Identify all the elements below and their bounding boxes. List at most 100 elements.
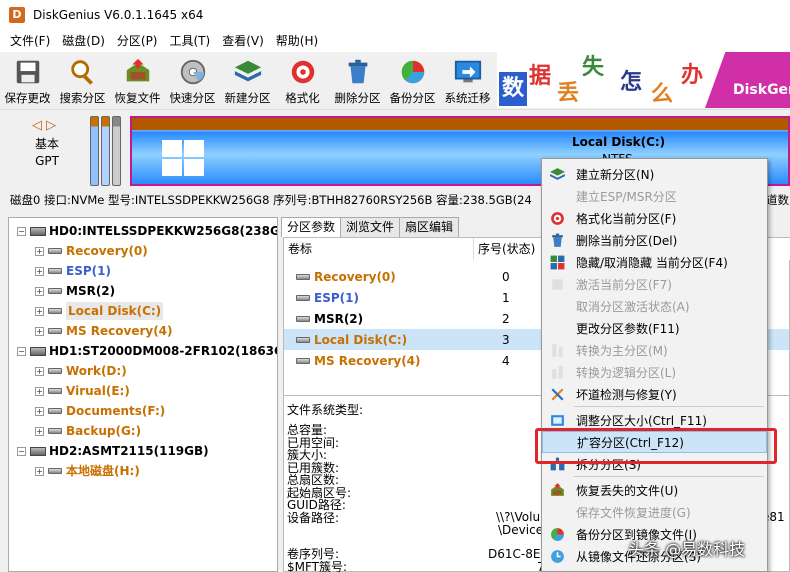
resize-icon <box>548 411 566 429</box>
disk-info-text: 磁盘0 接口:NVMe 型号:INTELSSDPEKKW256G8 序列号:BT… <box>10 193 532 207</box>
disk-nav-arrows-icon[interactable]: ◁ ▷ <box>32 118 56 133</box>
window-title: DiskGenius V6.0.1.1645 x64 <box>33 8 204 22</box>
tree-node-label: MSR(2) <box>66 284 116 298</box>
expand-icon[interactable]: + <box>35 386 44 396</box>
toolbar-button-1[interactable]: 搜索分区 <box>55 52 110 110</box>
app-window: D DiskGenius V6.0.1.1645 x64 文件(F) 磁盘(D) 分… <box>0 0 790 572</box>
toolbar-button-5[interactable]: 格式化 <box>275 52 330 110</box>
toolbar-button-6[interactable]: 删除分区 <box>330 52 385 110</box>
expand-icon[interactable]: + <box>35 266 44 276</box>
context-menu-item-2[interactable]: 格式化当前分区(F) <box>542 207 767 229</box>
context-menu-label: 格式化当前分区(F) <box>576 211 677 226</box>
context-menu-item-1[interactable]: 建立ESP/MSR分区 <box>542 185 767 207</box>
table-cell-label: ESP(1) <box>314 290 359 305</box>
tree-partition-node[interactable]: + MS Recovery(4) <box>35 322 173 340</box>
context-menu-item-15[interactable]: 保存文件恢复进度(G) <box>542 501 767 523</box>
tree-disk-node[interactable]: − HD1:ST2000DM008-2FR102(1863GB) <box>17 342 277 360</box>
mini-partition-esp[interactable] <box>101 116 110 186</box>
context-menu-item-6[interactable]: 取消分区激活状态(A) <box>542 295 767 317</box>
tree-partition-node[interactable]: + Virual(E:) <box>35 382 130 400</box>
banner-brand-block <box>705 52 790 108</box>
blank-icon <box>548 297 566 315</box>
expand-icon[interactable]: + <box>35 406 44 416</box>
tab-strip: 分区参数 浏览文件 扇区编辑 <box>281 217 460 237</box>
toolbar-label: 格式化 <box>285 91 320 105</box>
context-menu-item-8[interactable]: 转换为主分区(M) <box>542 339 767 361</box>
fs-type-label: 文件系统类型: <box>287 403 364 417</box>
app-logo-icon: D <box>9 7 25 23</box>
partition-icon <box>48 368 62 374</box>
tree-partition-node[interactable]: + MSR(2) <box>35 282 115 300</box>
context-menu-item-9[interactable]: 转换为逻辑分区(L) <box>542 361 767 383</box>
toolbar-button-8[interactable]: 系统迁移 <box>440 52 495 110</box>
menu-item-2[interactable]: 分区(P) <box>111 30 164 52</box>
tree-disk-node[interactable]: − HD2:ASMT2115(119GB) <box>17 442 209 460</box>
context-menu-item-14[interactable]: 恢复丢失的文件(U) <box>542 479 767 501</box>
toolbar-button-4[interactable]: 新建分区 <box>220 52 275 110</box>
tree-partition-node[interactable]: + ESP(1) <box>35 262 111 280</box>
toolbar-button-7[interactable]: 备份分区 <box>385 52 440 110</box>
menu-separator <box>574 476 764 477</box>
table-cell-index: 3 <box>502 332 510 347</box>
tree-partition-node[interactable]: + Work(D:) <box>35 362 127 380</box>
banner-tile-2: 丢 <box>553 80 583 108</box>
prop-label: 已用空间: <box>287 435 340 450</box>
menu-item-0[interactable]: 文件(F) <box>4 30 56 52</box>
tree-partition-node[interactable]: + Backup(G:) <box>35 422 141 440</box>
tree-node-label: HD2:ASMT2115(119GB) <box>49 444 209 458</box>
context-menu-label: 激活当前分区(F7) <box>576 277 672 292</box>
collapse-icon[interactable]: − <box>17 346 26 356</box>
tree-partition-node[interactable]: + Local Disk(C:) <box>35 302 164 320</box>
ad-banner[interactable]: 办么怎失丢据数 DiskGen <box>497 52 790 108</box>
tree-node-label: Work(D:) <box>66 364 127 378</box>
context-menu-item-7[interactable]: 更改分区参数(F11) <box>542 317 767 339</box>
table-cell-index: 0 <box>502 269 510 284</box>
context-menu-label: 转换为逻辑分区(L) <box>576 365 677 380</box>
expand-icon[interactable]: + <box>35 286 44 296</box>
toolbar-label: 搜索分区 <box>59 91 106 105</box>
expand-icon[interactable]: + <box>35 466 44 476</box>
expand-icon[interactable]: + <box>35 306 44 316</box>
menu-item-1[interactable]: 磁盘(D) <box>56 30 111 52</box>
tree-partition-node[interactable]: + Recovery(0) <box>35 242 148 260</box>
toolbar-button-3[interactable]: 快速分区 <box>165 52 220 110</box>
tree-partition-node[interactable]: + Documents(F:) <box>35 402 165 420</box>
tree-partition-node[interactable]: + 本地磁盘(H:) <box>35 462 140 480</box>
menu-item-4[interactable]: 查看(V) <box>216 30 270 52</box>
collapse-icon[interactable]: − <box>17 226 26 236</box>
partition-icon <box>296 336 310 343</box>
toolbar-button-2[interactable]: 恢复文件 <box>110 52 165 110</box>
context-menu-label: 坏道检测与修复(Y) <box>576 387 677 402</box>
context-menu-item-3[interactable]: 删除当前分区(Del) <box>542 229 767 251</box>
table-cell-index: 4 <box>502 353 510 368</box>
expand-icon[interactable]: + <box>35 426 44 436</box>
collapse-icon[interactable]: − <box>17 446 26 456</box>
context-menu: 建立新分区(N) 建立ESP/MSR分区格式化当前分区(F) 删除当前分区(Del)… <box>541 158 768 572</box>
prop-label: 已用簇数: <box>287 460 340 475</box>
expand-icon[interactable]: + <box>35 246 44 256</box>
tab-2[interactable]: 扇区编辑 <box>399 217 460 237</box>
menu-item-3[interactable]: 工具(T) <box>164 30 217 52</box>
table-header-0[interactable]: 卷标 <box>284 238 474 260</box>
context-menu-item-4[interactable]: 隐藏/取消隐藏 当前分区(F4) <box>542 251 767 273</box>
mini-partition-msr[interactable] <box>112 116 121 186</box>
context-menu-item-5[interactable]: 激活当前分区(F7) <box>542 273 767 295</box>
expand-icon[interactable]: + <box>35 326 44 336</box>
prop-label: 簇大小: <box>287 448 328 462</box>
context-menu-item-10[interactable]: 坏道检测与修复(Y) <box>542 383 767 405</box>
tab-1[interactable]: 浏览文件 <box>340 217 401 237</box>
tree-disk-node[interactable]: − HD0:INTELSSDPEKKW256G8(238GB) <box>17 222 277 240</box>
partition-bar-name: Local Disk(C:) <box>572 135 666 149</box>
expand-icon[interactable]: + <box>35 366 44 376</box>
toolbar-button-0[interactable]: 保存更改 <box>0 52 55 110</box>
context-menu-label: 隐藏/取消隐藏 当前分区(F4) <box>576 255 728 270</box>
context-menu-item-0[interactable]: 建立新分区(N) <box>542 163 767 185</box>
partition-icon <box>48 248 62 254</box>
banner-tile-5: 么 <box>647 82 677 108</box>
menu-item-5[interactable]: 帮助(H) <box>270 30 324 52</box>
tab-0[interactable]: 分区参数 <box>281 217 342 237</box>
activate-icon <box>548 275 566 293</box>
mini-partition-recovery[interactable] <box>90 116 99 186</box>
context-menu-label: 建立新分区(N) <box>576 167 655 182</box>
banner-tile-4: 怎 <box>615 64 647 102</box>
